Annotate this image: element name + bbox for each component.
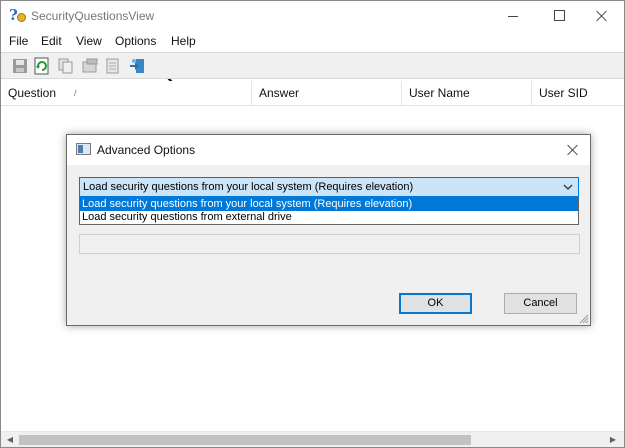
horizontal-scrollbar[interactable]: ◀ ▶ (1, 431, 624, 447)
dialog-close-button[interactable] (564, 141, 582, 159)
copy-icon (58, 58, 73, 74)
scroll-thumb[interactable] (19, 435, 471, 445)
properties-button[interactable] (81, 57, 99, 75)
menu-bar: File Edit View Options Help (1, 31, 624, 51)
exit-button[interactable] (128, 57, 146, 75)
source-select[interactable]: Load security questions from your local … (79, 177, 579, 197)
main-window: ? SecurityQuestionsView File Edit View O… (0, 0, 625, 448)
scroll-left-icon[interactable]: ◀ (3, 435, 17, 445)
dropdown-option-local-system[interactable]: Load security questions from your local … (80, 198, 578, 211)
title-bar: ? SecurityQuestionsView (1, 1, 624, 31)
column-label: Question (8, 86, 57, 100)
dialog-title: Advanced Options (97, 143, 196, 157)
path-field-disabled (79, 234, 580, 254)
source-dropdown-list: Load security questions from your local … (79, 197, 579, 225)
column-user-sid[interactable]: User SID (532, 81, 624, 106)
app-question-key-icon: ? (9, 7, 27, 25)
sort-indicator: / (74, 88, 77, 98)
save-button[interactable] (11, 57, 29, 75)
ok-button[interactable]: OK (399, 293, 472, 314)
save-icon (13, 59, 27, 73)
toolbar (1, 52, 624, 79)
menu-help[interactable]: Help (171, 34, 196, 48)
menu-edit[interactable]: Edit (41, 34, 62, 48)
exit-icon (130, 59, 144, 73)
refresh-button[interactable] (33, 57, 51, 75)
dropdown-option-external-drive[interactable]: Load security questions from external dr… (80, 211, 578, 224)
chevron-down-icon (563, 184, 573, 190)
menu-file[interactable]: File (9, 34, 28, 48)
close-icon (596, 10, 608, 22)
dialog-window-icon (76, 143, 91, 155)
advanced-options-dialog: Advanced Options Load security questions… (66, 134, 591, 326)
column-user-name[interactable]: User Name (402, 81, 532, 106)
column-label: User SID (539, 86, 588, 100)
list-header: Question / Answer User Name User SID (1, 81, 624, 106)
resize-grip-icon[interactable] (577, 312, 589, 324)
minimize-button[interactable] (490, 1, 536, 31)
properties-icon (82, 58, 98, 73)
column-question[interactable]: Question / (1, 81, 252, 106)
column-answer[interactable]: Answer (252, 81, 402, 106)
maximize-button[interactable] (536, 1, 582, 31)
maximize-icon (554, 10, 565, 21)
source-select-value: Load security questions from your local … (83, 181, 414, 193)
column-label: Answer (259, 86, 300, 100)
window-title: SecurityQuestionsView (31, 9, 155, 23)
menu-options[interactable]: Options (115, 34, 156, 48)
dialog-title-bar: Advanced Options (67, 135, 590, 165)
close-icon (567, 144, 579, 156)
scroll-right-icon[interactable]: ▶ (606, 435, 620, 445)
menu-view[interactable]: View (76, 34, 102, 48)
close-button[interactable] (579, 1, 625, 31)
html-report-button[interactable] (104, 57, 122, 75)
refresh-icon (34, 57, 49, 75)
html-report-icon (106, 58, 119, 74)
copy-button[interactable] (57, 57, 75, 75)
cancel-button[interactable]: Cancel (504, 293, 577, 314)
minimize-icon (508, 16, 518, 17)
column-label: User Name (409, 86, 470, 100)
